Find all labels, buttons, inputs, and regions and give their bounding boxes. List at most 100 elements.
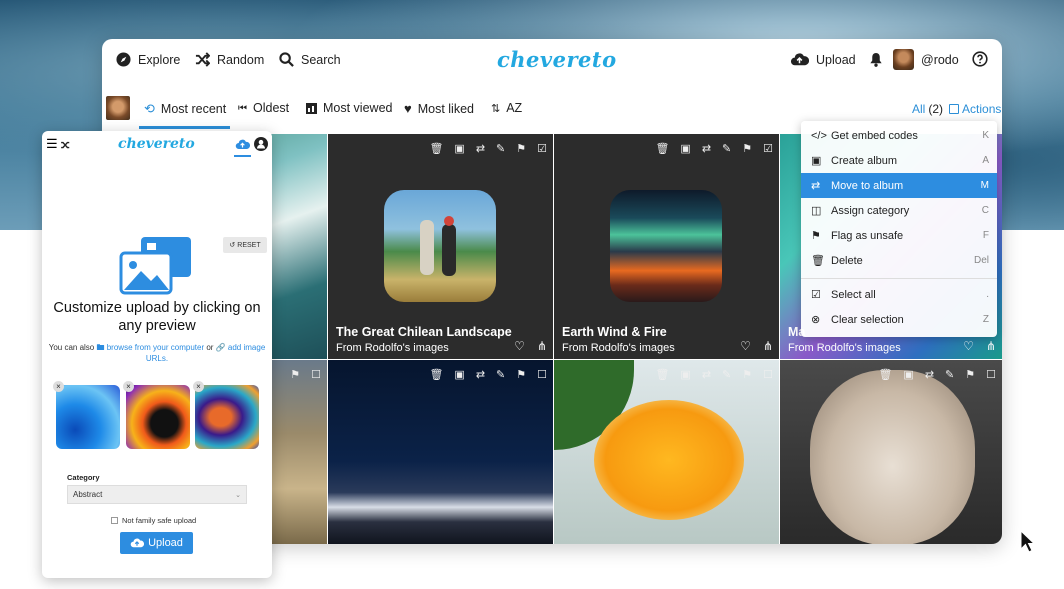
heart-icon[interactable]: ♡ [514,339,525,353]
edit-icon[interactable]: ✎ [945,368,954,381]
upload-button[interactable]: Upload [120,532,193,554]
menu-item-label: Assign category [831,204,910,217]
move-icon[interactable]: ⇄ [702,142,711,155]
preview-image[interactable] [126,385,190,449]
nav-random[interactable]: Random [195,52,264,67]
menu-item-label: Get embed codes [831,129,918,142]
trash-icon[interactable]: 🗑 [429,142,443,155]
edit-icon[interactable]: ✎ [722,142,731,155]
image-tile[interactable]: 🗑 ▣ ⇄ ✎ ⚑ ☐ [554,360,779,544]
check-icon[interactable]: ☐ [311,368,321,381]
family-safe-label: Not family safe upload [122,516,197,525]
images-icon [119,237,191,295]
tile-subtitle[interactable]: From Rodolfo's images [788,342,901,354]
hamburger-icon[interactable]: ☰ [46,136,58,152]
album-avatar[interactable] [106,96,130,120]
mobile-brand-logo[interactable]: chevereto [118,136,195,152]
active-tab-indicator [139,126,230,129]
remove-preview-button[interactable]: × [53,381,64,392]
check-icon[interactable]: ☑ [763,142,773,155]
trash-icon[interactable]: 🗑 [655,368,669,381]
trash-icon[interactable]: 🗑 [429,368,443,381]
family-safe-option[interactable]: Not family safe upload [111,516,196,525]
menu-item-embed[interactable]: </> Get embed codes K [801,123,997,148]
album-icon: ▣ [811,155,822,167]
menu-item-shortcut: . [986,289,989,300]
menu-item-create-album[interactable]: ▣ Create album A [801,148,997,173]
check-icon[interactable]: ☑ [537,142,547,155]
bar-chart-icon [306,102,317,114]
image-tile[interactable]: 🗑 ▣ ⇄ ✎ ⚑ ☑ Earth Wind & Fire From Rodolfo's … [554,134,779,359]
tile-title[interactable]: The Great Chilean Landscape [336,325,512,339]
album-icon[interactable]: ▣ [680,142,690,155]
menu-item-move-album[interactable]: ⇄ Move to album M [801,173,997,198]
trash-icon[interactable]: 🗑 [655,142,669,155]
album-icon[interactable]: ▣ [454,368,464,381]
share-icon[interactable]: ⋔ [537,339,547,353]
trash-icon[interactable]: 🗑 [878,368,892,381]
tile-subtitle[interactable]: From Rodolfo's images [336,342,449,354]
tab-most-viewed[interactable]: Most viewed [306,101,392,115]
heart-icon[interactable]: ♡ [740,339,751,353]
user-menu[interactable]: @rodo [893,49,959,70]
family-safe-checkbox[interactable] [111,517,118,524]
browse-link[interactable]: browse from your computer [107,343,204,352]
menu-item-shortcut: Z [982,314,989,325]
flag-icon[interactable]: ⚑ [742,368,752,381]
tab-oldest[interactable]: ⏮ Oldest [238,101,289,115]
actions-button[interactable]: Actions [962,102,1001,116]
edit-icon[interactable]: ✎ [722,368,731,381]
menu-item-select-all[interactable]: ☑ Select all. [801,282,997,307]
image-tile[interactable]: 🗑 ▣ ⇄ ✎ ⚑ ☐ [780,360,1002,544]
heart-icon[interactable]: ♡ [963,339,974,353]
check-icon[interactable]: ☐ [537,368,547,381]
bell-icon[interactable] [869,52,883,67]
tile-subtitle[interactable]: From Rodolfo's images [562,342,675,354]
cloud-upload-icon[interactable] [235,139,250,150]
edit-icon[interactable]: ✎ [496,142,505,155]
nav-upload[interactable]: Upload [790,52,856,67]
tile-toolbar: ⚑ ☐ [290,368,321,381]
menu-item-assign-category[interactable]: ◫ Assign category C [801,198,997,223]
shuffle-icon[interactable] [60,140,71,150]
move-icon[interactable]: ⇄ [476,368,485,381]
image-tile[interactable]: 🗑 ▣ ⇄ ✎ ⚑ ☑ The Great Chilean Landscape From … [328,134,553,359]
tab-az[interactable]: ⇅ AZ [491,101,522,115]
menu-item-flag-unsafe[interactable]: ⚑ Flag as unsafe F [801,223,997,248]
check-icon[interactable]: ☐ [763,368,773,381]
move-icon[interactable]: ⇄ [476,142,485,155]
category-select[interactable]: Abstract ⌄ [67,485,247,504]
flag-icon[interactable]: ⚑ [742,142,752,155]
nav-search[interactable]: Search [279,52,341,67]
flag-icon[interactable]: ⚑ [290,368,300,381]
brand-logo[interactable]: chevereto [497,47,617,72]
tile-title[interactable]: Earth Wind & Fire [562,325,667,339]
move-icon[interactable]: ⇄ [925,368,934,381]
nav-explore[interactable]: Explore [116,52,180,67]
flag-icon[interactable]: ⚑ [965,368,975,381]
check-icon[interactable]: ☐ [986,368,996,381]
move-icon[interactable]: ⇄ [702,368,711,381]
help-icon[interactable] [972,51,988,67]
menu-item-clear-selection[interactable]: ⊗ Clear selection Z [801,307,997,332]
image-tile[interactable]: 🗑 ▣ ⇄ ✎ ⚑ ☐ [328,360,553,544]
share-icon[interactable]: ⋔ [763,339,773,353]
preview-image[interactable] [195,385,259,449]
tab-most-liked[interactable]: ♥ Most liked [404,101,474,116]
flag-icon[interactable]: ⚑ [516,368,526,381]
edit-icon[interactable]: ✎ [496,368,505,381]
flag-icon[interactable]: ⚑ [516,142,526,155]
reset-button[interactable]: ↺ RESET [223,237,267,253]
tile-actions: ♡ ⋔ [514,339,547,353]
preview-image[interactable] [56,385,120,449]
select-all-link[interactable]: All [912,102,925,116]
album-icon[interactable]: ▣ [903,368,913,381]
remove-preview-button[interactable]: × [123,381,134,392]
remove-preview-button[interactable]: × [193,381,204,392]
share-icon[interactable]: ⋔ [986,339,996,353]
menu-item-delete[interactable]: 🗑 Delete Del [801,248,997,273]
tab-most-recent[interactable]: ⟲ Most recent [144,101,226,117]
album-icon[interactable]: ▣ [680,368,690,381]
user-icon[interactable] [254,137,268,151]
album-icon[interactable]: ▣ [454,142,464,155]
